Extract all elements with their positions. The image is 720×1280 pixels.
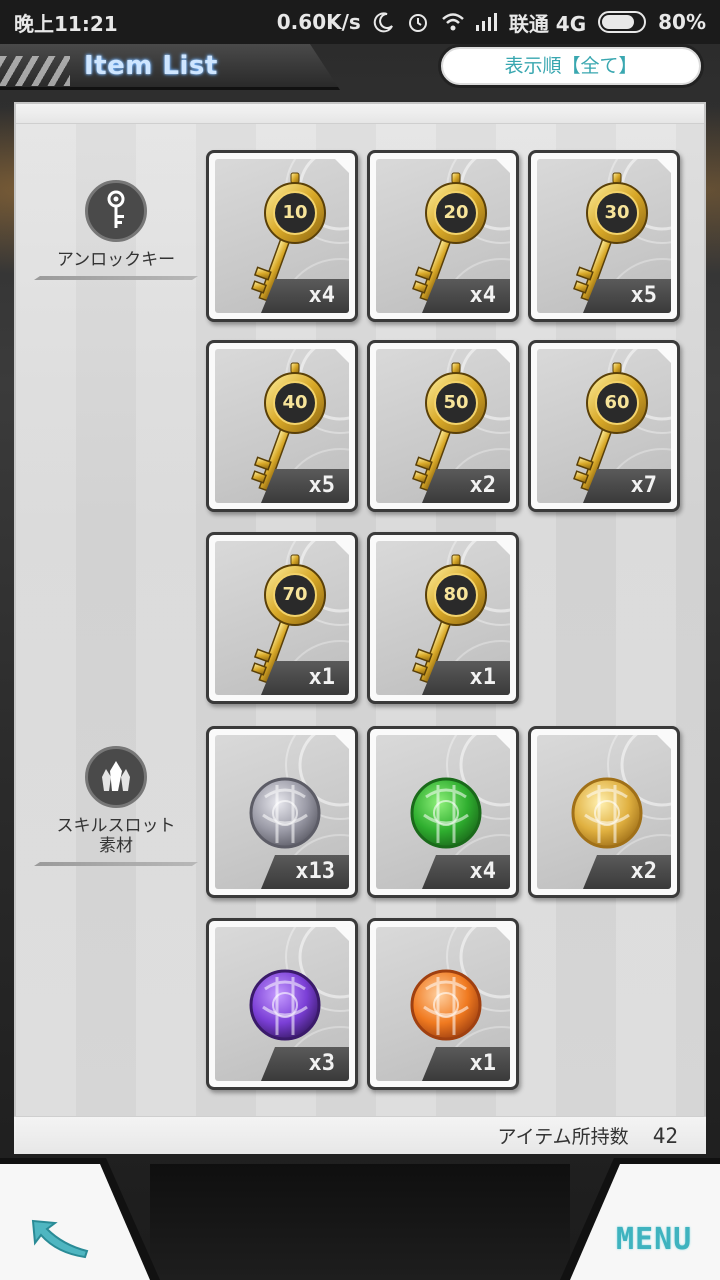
signal-icon <box>475 11 497 33</box>
card-inner: 10 x4 <box>215 159 349 313</box>
key-number: 30 <box>604 202 630 223</box>
item-count-badge: x4 <box>261 279 349 313</box>
item-card-key[interactable]: 50 x2 <box>367 340 519 512</box>
moon-icon <box>373 11 395 33</box>
header: Item List 表示順【全て】 <box>0 44 720 94</box>
key-number: 20 <box>443 202 469 223</box>
key-number: 50 <box>443 392 469 413</box>
battery-percent: 80% <box>658 10 706 34</box>
card-inner: x3 <box>215 927 349 1081</box>
item-card-material[interactable]: x4 <box>367 726 519 898</box>
battery-icon <box>598 11 647 33</box>
network-speed: 0.60K/s <box>276 10 361 34</box>
item-card-key[interactable]: 70 x1 <box>206 532 358 704</box>
key-number: 10 <box>282 202 308 223</box>
card-inner: 40 x5 <box>215 349 349 503</box>
card-inner: 70 x1 <box>215 541 349 695</box>
crystal-icon <box>85 746 147 808</box>
item-count-badge: x5 <box>583 279 671 313</box>
bottom-strip <box>150 1164 570 1280</box>
card-inner: 30 x5 <box>537 159 671 313</box>
card-inner: 20 x4 <box>376 159 510 313</box>
card-inner: x4 <box>376 735 510 889</box>
status-bar: 晚上11:21 0.60K/s 联通 4G 80% <box>0 0 720 44</box>
title-stripes <box>0 56 70 86</box>
card-inner: 50 x2 <box>376 349 510 503</box>
item-count-bar: アイテム所持数 42 <box>14 1116 706 1154</box>
item-count-badge: x1 <box>261 661 349 695</box>
item-card-material[interactable]: x1 <box>367 918 519 1090</box>
category-label: スキルスロット 素材 <box>56 816 176 856</box>
item-card-key[interactable]: 20 x4 <box>367 150 519 322</box>
key-number: 70 <box>282 584 308 605</box>
category-divider <box>34 276 198 280</box>
item-card-key[interactable]: 60 x7 <box>528 340 680 512</box>
item-count-badge: x4 <box>422 279 510 313</box>
item-count-badge: x4 <box>422 855 510 889</box>
item-card-key[interactable]: 40 x5 <box>206 340 358 512</box>
item-card-material[interactable]: x2 <box>528 726 680 898</box>
item-count-badge: x1 <box>422 1047 510 1081</box>
item-count-badge: x2 <box>422 469 510 503</box>
status-time: 晚上11:21 <box>14 11 118 36</box>
category-divider <box>34 862 198 866</box>
carrier-label: 联通 4G <box>508 11 587 36</box>
item-count-label: アイテム所持数 <box>497 1126 629 1148</box>
item-card-material[interactable]: x3 <box>206 918 358 1090</box>
menu-button[interactable]: MENU <box>616 1222 706 1262</box>
item-count-value: 42 <box>652 1124 678 1148</box>
item-count-badge: x2 <box>583 855 671 889</box>
card-inner: x2 <box>537 735 671 889</box>
item-card-key[interactable]: 30 x5 <box>528 150 680 322</box>
card-inner: 80 x1 <box>376 541 510 695</box>
sort-button[interactable]: 表示順【全て】 <box>438 44 704 88</box>
alarm-icon <box>407 11 429 33</box>
key-icon <box>85 180 147 242</box>
status-right: 0.60K/s 联通 4G 80% <box>277 8 706 37</box>
back-arrow-icon <box>31 1219 89 1259</box>
key-number: 60 <box>604 392 630 413</box>
back-button[interactable] <box>24 1208 94 1264</box>
page-title: Item List <box>84 51 218 81</box>
item-count-badge: x3 <box>261 1047 349 1081</box>
item-count-badge: x7 <box>583 469 671 503</box>
wifi-icon <box>441 11 464 33</box>
panel-top-strip <box>16 104 704 124</box>
item-card-key[interactable]: 10 x4 <box>206 150 358 322</box>
card-inner: x1 <box>376 927 510 1081</box>
category-skill-slot-material: スキルスロット 素材 <box>34 746 198 866</box>
category-unlock-key: アンロックキー <box>34 180 198 280</box>
category-label: アンロックキー <box>56 250 176 270</box>
card-inner: x13 <box>215 735 349 889</box>
card-inner: 60 x7 <box>537 349 671 503</box>
item-count-badge: x1 <box>422 661 510 695</box>
item-card-material[interactable]: x13 <box>206 726 358 898</box>
item-count-badge: x5 <box>261 469 349 503</box>
item-count-badge: x13 <box>261 855 349 889</box>
item-card-key[interactable]: 80 x1 <box>367 532 519 704</box>
key-number: 40 <box>282 392 308 413</box>
key-number: 80 <box>443 584 469 605</box>
